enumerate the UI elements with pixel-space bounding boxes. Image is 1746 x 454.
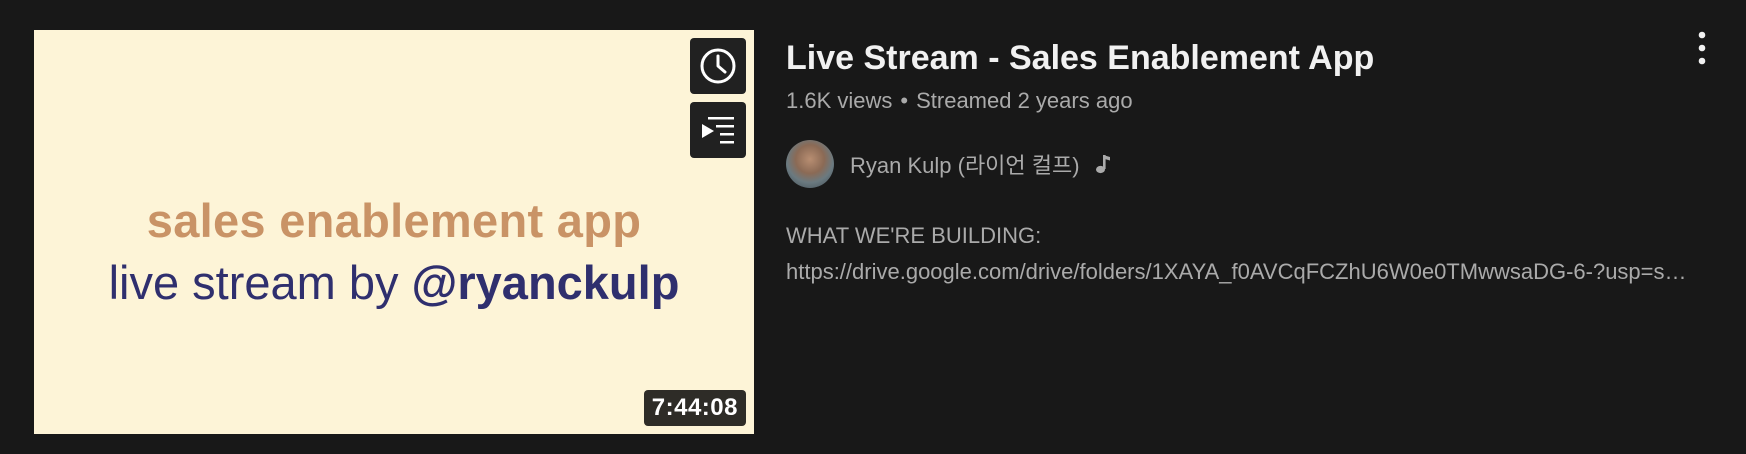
metadata-separator: • [900, 88, 909, 113]
channel-name[interactable]: Ryan Kulp (라이언 컬프) [850, 148, 1080, 180]
add-to-queue-icon [702, 117, 734, 144]
streamed-date: Streamed 2 years ago [916, 88, 1133, 113]
duration-badge: 7:44:08 [643, 390, 746, 426]
music-note-icon [1092, 152, 1112, 176]
description-line1: WHAT WE'RE BUILDING: [786, 223, 1042, 248]
thumbnail-line2-prefix: live stream by [108, 256, 412, 309]
description-link: https://drive.google.com/drive/folders/1… [786, 259, 1696, 284]
video-metadata: 1.6K views • Streamed 2 years ago [786, 88, 1686, 114]
channel-avatar[interactable] [786, 140, 834, 188]
more-vert-icon [1698, 31, 1706, 65]
video-thumbnail[interactable]: sales enablement app live stream by @rya… [34, 30, 754, 434]
thumbnail-title-line1: sales enablement app [146, 194, 642, 247]
watch-later-button[interactable] [690, 38, 746, 94]
thumbnail-handle: @ryanckulp [411, 256, 680, 309]
video-description: WHAT WE'RE BUILDING: https://drive.googl… [786, 218, 1696, 290]
video-title[interactable]: Live Stream - Sales Enablement App [786, 36, 1686, 80]
channel-info[interactable]: Ryan Kulp (라이언 컬프) [786, 140, 1686, 188]
clock-icon [700, 48, 736, 84]
video-details: Live Stream - Sales Enablement App 1.6K … [786, 30, 1696, 290]
more-actions-button[interactable] [1690, 28, 1714, 68]
view-count: 1.6K views [786, 88, 893, 113]
thumbnail-title-line2: live stream by @ryanckulp [34, 255, 754, 310]
add-to-queue-button[interactable] [690, 102, 746, 158]
